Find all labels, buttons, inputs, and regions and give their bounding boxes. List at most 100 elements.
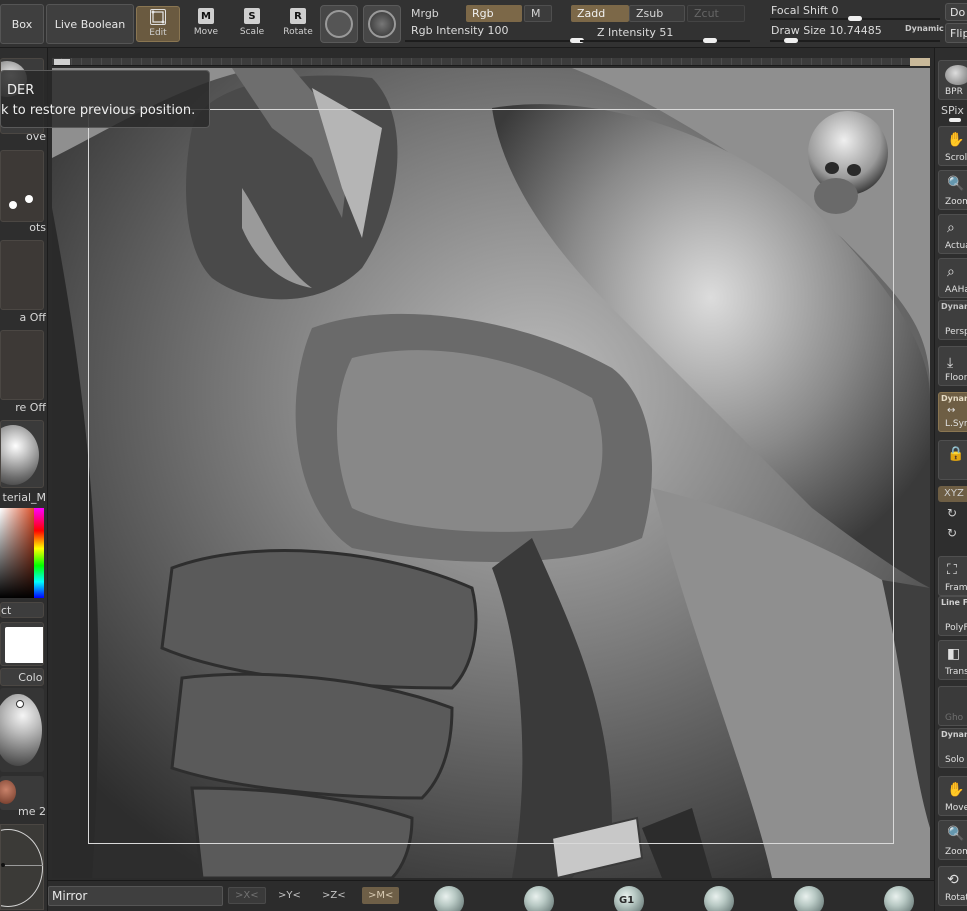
brush-slot-2[interactable]: [524, 886, 554, 911]
gradient-button[interactable]: ct: [0, 602, 44, 618]
lsym-button[interactable]: Dynam ↔ L.Sym: [938, 392, 967, 432]
xyz-label: XYZ: [944, 488, 964, 499]
material2-thumbnail[interactable]: [0, 688, 44, 772]
color-gradient-square[interactable]: [0, 508, 34, 598]
zoom-button[interactable]: 🔍 Zoom: [938, 170, 967, 210]
x-axis-button[interactable]: >X<: [228, 887, 266, 904]
canvas-viewport[interactable]: [52, 68, 930, 878]
z-axis-button[interactable]: >Z<: [316, 887, 352, 904]
lock-button[interactable]: 🔒: [938, 440, 967, 480]
brush-slot-4[interactable]: [704, 886, 734, 911]
box-button[interactable]: Box: [0, 4, 44, 44]
navigation-sphere[interactable]: [0, 824, 44, 910]
zsub-button[interactable]: Zsub: [629, 5, 685, 22]
focal-shift-knob[interactable]: [848, 16, 862, 21]
stroke-button[interactable]: [363, 5, 401, 43]
light-dot-icon[interactable]: [16, 700, 24, 708]
top-toolbar: Box Live Boolean Edit M Move S Scale R R…: [0, 0, 967, 48]
actual-label: Actua: [945, 241, 967, 251]
draw-mode-button[interactable]: [320, 5, 358, 43]
floor-icon: ⤓: [947, 355, 954, 371]
move-view-label: Move: [945, 803, 967, 813]
bpr-button[interactable]: BPR: [938, 60, 967, 100]
edit-icon: [150, 9, 166, 25]
rgb-button[interactable]: Rgb: [466, 5, 522, 22]
ruler-end-handle[interactable]: [910, 58, 930, 66]
rotate-view-button[interactable]: ⟲ Rotat: [938, 866, 967, 906]
z-intensity-slider[interactable]: Z Intensity 51: [597, 26, 673, 39]
rotate-z-icon[interactable]: ↻: [947, 526, 957, 540]
mrgb-button[interactable]: Mrgb: [405, 5, 445, 22]
nav-crosshair-icon: [1, 865, 43, 866]
draw-size-knob[interactable]: [784, 38, 798, 43]
spix-label[interactable]: SPix: [941, 104, 964, 117]
xyz-button[interactable]: XYZ: [938, 486, 967, 502]
floor-button[interactable]: ⤓ Floor: [938, 346, 967, 386]
do-button[interactable]: Do: [945, 3, 967, 21]
sculpt-model: [52, 68, 930, 878]
focal-shift-slider[interactable]: Focal Shift 0: [771, 4, 839, 17]
rgb-intensity-slider[interactable]: Rgb Intensity 100: [411, 24, 508, 37]
bottom-bar: Mirror >X< >Y< >Z< >M< G1: [48, 880, 934, 911]
scroll-button[interactable]: ✋ Scrol: [938, 126, 967, 166]
brush-slot-5[interactable]: [794, 886, 824, 911]
flip-button[interactable]: Flip: [945, 23, 967, 43]
sphere-brush-icon: [325, 10, 353, 38]
zadd-button[interactable]: Zadd: [571, 5, 629, 22]
dynamic-label[interactable]: Dynamic: [905, 24, 944, 33]
scale-button[interactable]: S Scale: [230, 6, 274, 42]
brush-slot-1[interactable]: [434, 886, 464, 911]
actual-button[interactable]: ⌕ Actua: [938, 214, 967, 254]
frame-button[interactable]: ⛶ Fram: [938, 556, 967, 596]
rotate-button[interactable]: R Rotate: [276, 6, 320, 42]
material-thumbnail[interactable]: [0, 420, 44, 488]
solo-dynamic-label: Dynam: [941, 730, 967, 739]
m-axis-button[interactable]: >M<: [362, 887, 400, 904]
bpr-sphere-icon: [945, 65, 967, 85]
color-swatch: [5, 627, 43, 663]
transp-label: Transp: [945, 667, 967, 677]
edit-button[interactable]: Edit: [136, 6, 180, 42]
stroke-thumbnail[interactable]: [0, 150, 44, 222]
brush-g1-label: G1: [619, 895, 635, 906]
transp-button[interactable]: ◧ Transp: [938, 640, 967, 680]
rgb-intensity-track[interactable]: [405, 40, 585, 42]
spix-knob[interactable]: [949, 118, 961, 122]
rotate-label: Rotate: [283, 27, 313, 37]
solo-button[interactable]: Dynam Solo: [938, 728, 967, 768]
zoom-label: Zoom: [945, 197, 967, 207]
rotate-y-icon[interactable]: ↻: [947, 506, 957, 520]
ruler-start-handle[interactable]: [54, 59, 70, 65]
zoom3d-label: Zoom3: [945, 847, 967, 857]
nav-dot-icon: [1, 863, 5, 867]
zcut-button[interactable]: Zcut: [687, 5, 745, 22]
y-axis-button[interactable]: >Y<: [272, 887, 307, 904]
alpha-thumbnail[interactable]: [0, 240, 44, 310]
z-intensity-track[interactable]: [580, 40, 750, 42]
horizontal-ruler[interactable]: [52, 58, 930, 66]
live-boolean-button[interactable]: Live Boolean: [46, 4, 134, 44]
mirror-button[interactable]: Mirror: [48, 886, 223, 906]
zadd-label: Zadd: [577, 7, 606, 20]
persp-label: Persp: [945, 327, 967, 337]
z-intensity-knob[interactable]: [703, 38, 717, 43]
polyf-button[interactable]: Line F PolyF: [938, 596, 967, 636]
brush-slot-6[interactable]: [884, 886, 914, 911]
solo-label: Solo: [945, 755, 965, 765]
ghost-button[interactable]: Gho: [938, 686, 967, 726]
material-caption: terial_M: [2, 491, 46, 504]
zoom3d-button[interactable]: 🔍 Zoom3: [938, 820, 967, 860]
aahalf-button[interactable]: ⌕ AAHal: [938, 258, 967, 298]
texture-thumbnail[interactable]: [0, 330, 44, 400]
move-view-button[interactable]: ✋ Move: [938, 776, 967, 816]
brush-slot-g1[interactable]: G1: [614, 886, 644, 911]
draw-size-slider[interactable]: Draw Size 10.74485: [771, 24, 882, 37]
primary-color-swatch[interactable]: [0, 622, 44, 666]
move-button[interactable]: M Move: [184, 6, 228, 42]
frame-icon: ⛶: [947, 562, 957, 578]
persp-button[interactable]: Dynam Persp: [938, 300, 967, 340]
color-button[interactable]: Color: [0, 668, 44, 686]
m-button[interactable]: M: [524, 5, 552, 22]
move-hand-icon: ✋: [947, 782, 965, 798]
color-picker[interactable]: [0, 508, 44, 598]
